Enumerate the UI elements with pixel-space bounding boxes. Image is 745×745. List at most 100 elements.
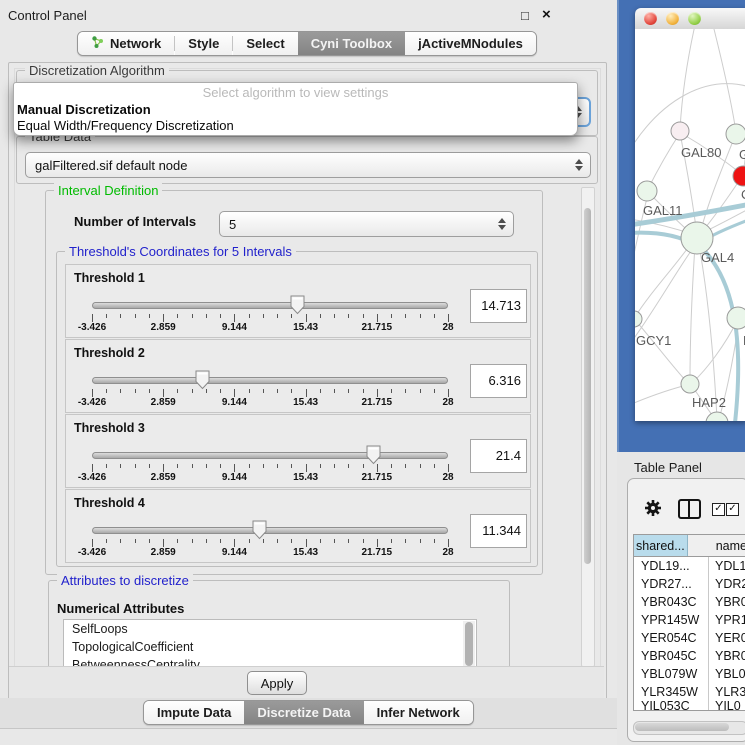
threshold-label: Threshold 3 (74, 421, 145, 435)
slider-tick-labels: -3.4262.8599.14415.4321.71528 (92, 472, 449, 484)
threshold-box-3: Threshold 3 -3.4262.8599.14415.4321.71528… (65, 414, 531, 488)
table-row[interactable]: YIL053CYIL0 (634, 701, 745, 710)
tab-select[interactable]: Select (233, 32, 297, 55)
table-row[interactable]: YBL079WYBL0 (634, 665, 745, 683)
attribute-list-item[interactable]: SelfLoops (64, 620, 476, 638)
cell-shared-name: YIL053C (634, 701, 709, 710)
table-data-group: Table Data galFiltered.sif default node (16, 136, 598, 184)
column-header-shared-name[interactable]: shared... (634, 535, 688, 556)
slider-handle[interactable] (252, 520, 267, 540)
gear-icon[interactable] (644, 499, 662, 517)
algorithm-dropdown-popup: Select algorithm to view settings Manual… (13, 82, 578, 136)
cell-name: YER0 (709, 629, 745, 647)
apply-row: Apply (9, 666, 604, 698)
network-node[interactable] (637, 181, 657, 201)
slider-track[interactable] (92, 302, 448, 309)
node-label[interactable]: C (741, 187, 745, 202)
node-label[interactable]: GAL4 (701, 250, 734, 265)
tab-network[interactable]: Network (78, 32, 174, 55)
node-label[interactable]: HAP2 (692, 395, 726, 410)
zoom-traffic-light-icon[interactable] (688, 12, 701, 25)
stepper-icon (496, 218, 507, 230)
network-node[interactable] (706, 412, 728, 421)
cell-shared-name: YLR345W (634, 683, 709, 701)
table-row[interactable]: YER054CYER0 (634, 629, 745, 647)
tab-style[interactable]: Style (175, 32, 232, 55)
threshold-box-2: Threshold 2-3.4262.8599.14415.4321.71528… (65, 339, 531, 413)
tick-label: 28 (442, 547, 453, 558)
slider-track[interactable] (92, 527, 448, 534)
cell-name: YDL1 (709, 557, 745, 575)
node-label[interactable]: GA (739, 147, 745, 162)
table-row[interactable]: YBR045CYBR0 (634, 647, 745, 665)
network-edge (648, 133, 680, 189)
network-edge (680, 29, 695, 129)
checkbox-icon[interactable]: ✓ (712, 503, 725, 516)
minimize-traffic-light-icon[interactable] (666, 12, 679, 25)
slider-handle[interactable] (366, 445, 381, 465)
thresholds-group: Threshold's Coordinates for 5 Intervals … (56, 251, 538, 567)
slider-handle[interactable] (290, 295, 305, 315)
tick-label: 15.43 (293, 322, 318, 333)
apply-button[interactable]: Apply (247, 671, 307, 695)
slider-track[interactable] (92, 452, 448, 459)
threshold-value-field[interactable]: 6.316 (470, 364, 527, 398)
tab-infer-network[interactable]: Infer Network (364, 701, 473, 724)
scrollbar-thumb[interactable] (584, 208, 591, 564)
settings-scrollbar[interactable] (581, 187, 595, 667)
scrollbar-thumb[interactable] (465, 622, 473, 666)
dropdown-option-manual-discretization[interactable]: Manual Discretization (17, 102, 151, 117)
network-node[interactable] (635, 311, 642, 327)
group-label: Attributes to discretize (57, 574, 193, 588)
threshold-value-field[interactable]: 14.713 (470, 289, 527, 323)
stepper-icon (573, 159, 584, 171)
number-of-intervals-combobox[interactable]: 5 (219, 211, 514, 237)
tab-jactivemnodules[interactable]: jActiveMNodules (405, 32, 536, 55)
table-row[interactable]: YDR27...YDR2 (634, 575, 745, 593)
split-columns-icon[interactable] (678, 499, 701, 519)
table-row[interactable]: YPR145WYPR1 (634, 611, 745, 629)
table-panel-box: ✓ ✓ shared... name YDL19...YDL1YDR27...Y… (627, 478, 745, 742)
cell-name: YBR0 (709, 593, 745, 611)
float-window-icon[interactable]: □ (521, 8, 529, 23)
slider-handle[interactable] (195, 370, 210, 390)
node-label[interactable]: GAL11 (643, 203, 683, 218)
interval-definition-group: Interval Definition Number of Intervals … (45, 190, 543, 575)
scrollbar-thumb[interactable] (635, 723, 729, 731)
close-traffic-light-icon[interactable] (644, 12, 657, 25)
attributes-list[interactable]: SelfLoopsTopologicalCoefficientBetweenne… (63, 619, 477, 666)
network-window-titlebar[interactable] (635, 8, 745, 30)
network-node[interactable] (726, 124, 745, 144)
tab-label: Cyni Toolbox (311, 36, 392, 51)
dropdown-option-equal-width-frequency[interactable]: Equal Width/Frequency Discretization (17, 118, 234, 133)
slider-ticks (92, 464, 449, 472)
network-node[interactable] (727, 307, 745, 329)
network-node[interactable] (681, 375, 699, 393)
network-canvas[interactable]: GAL80GACGAL11GAL4GCY1HHAP2 (635, 29, 745, 421)
threshold-value-field[interactable]: 21.4 (470, 439, 527, 473)
table-data-combobox[interactable]: galFiltered.sif default node (25, 152, 591, 178)
attribute-list-item[interactable]: BetweennessCentrality (64, 656, 476, 666)
network-node[interactable] (671, 122, 689, 140)
attribute-list-item[interactable]: TopologicalCoefficient (64, 638, 476, 656)
tab-discretize-data[interactable]: Discretize Data (244, 701, 363, 724)
checkbox-icon[interactable]: ✓ (726, 503, 739, 516)
table-row[interactable]: YDL19...YDL1 (634, 557, 745, 575)
tab-impute-data[interactable]: Impute Data (144, 701, 244, 724)
tick-label: 28 (442, 322, 453, 333)
table-row[interactable]: YLR345WYLR3 (634, 683, 745, 701)
tick-label: 21.715 (362, 547, 393, 558)
column-header-name[interactable]: name (688, 535, 745, 556)
slider-track[interactable] (92, 377, 448, 384)
close-icon[interactable]: × (542, 6, 551, 23)
node-label[interactable]: GAL80 (681, 145, 721, 160)
table-row[interactable]: YBR043CYBR0 (634, 593, 745, 611)
table-panel-section: Table Panel ✓ ✓ shared... name (617, 452, 745, 745)
tab-label: jActiveMNodules (418, 36, 523, 51)
tab-cyni-toolbox[interactable]: Cyni Toolbox (298, 32, 405, 55)
threshold-value-field[interactable]: 11.344 (470, 514, 527, 548)
attributes-scrollbar[interactable] (463, 621, 475, 666)
node-label[interactable]: GCY1 (636, 333, 671, 348)
table-horizontal-scrollbar[interactable] (633, 721, 745, 735)
tab-label: Infer Network (377, 705, 460, 720)
